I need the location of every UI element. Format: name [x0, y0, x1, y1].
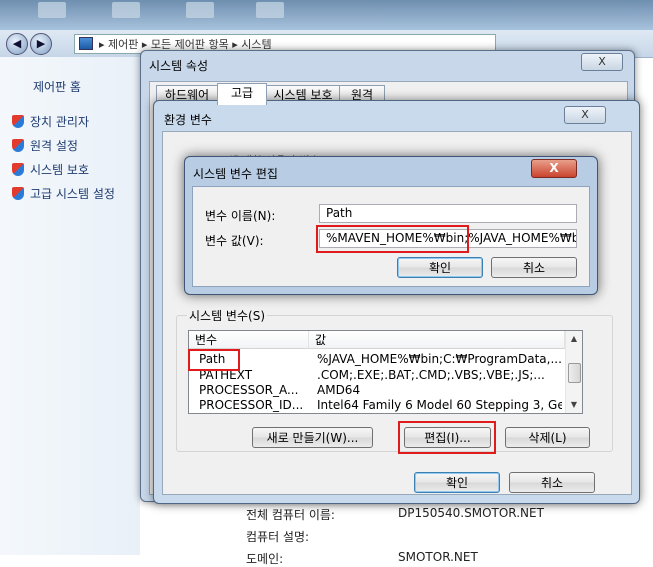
sidebar: 제어판 홈 장치 관리자 원격 설정 시스템 보호 고급 시스템 설정 — [0, 57, 140, 555]
sidebar-home-link[interactable]: 제어판 홈 — [33, 78, 81, 95]
desktop-icon — [256, 2, 284, 18]
column-header[interactable]: 변수 — [189, 331, 309, 349]
cancel-button[interactable]: 취소 — [509, 472, 595, 493]
shield-icon — [12, 139, 24, 152]
sidebar-item-system-protection[interactable]: 시스템 보호 — [12, 161, 89, 178]
info-label: 전체 컴퓨터 이름: — [246, 508, 335, 522]
tab-advanced[interactable]: 고급 — [217, 83, 267, 105]
desktop-icon — [38, 2, 66, 18]
var-value: Intel64 Family 6 Model 60 Stepping 3, Ge — [317, 398, 562, 412]
scroll-thumb[interactable] — [568, 363, 581, 383]
edit-system-variable-dialog: 시스템 변수 편집 X 변수 이름(N): Path 변수 값(V): %MAV… — [184, 156, 598, 295]
breadcrumb-item[interactable]: 제어판 — [108, 38, 138, 51]
vertical-scrollbar[interactable]: ▲ ▼ — [565, 331, 582, 413]
variable-value-label: 변수 값(V): — [205, 234, 264, 248]
sidebar-item-advanced-settings[interactable]: 고급 시스템 설정 — [12, 185, 115, 202]
sidebar-item-device-manager[interactable]: 장치 관리자 — [12, 113, 89, 130]
new-variable-button[interactable]: 새로 만들기(W)... — [252, 427, 373, 448]
scroll-up-icon[interactable]: ▲ — [566, 331, 582, 347]
desktop-icon — [112, 2, 140, 18]
sidebar-item-remote[interactable]: 원격 설정 — [12, 137, 78, 154]
window-title: 시스템 속성 — [149, 59, 209, 73]
value-highlight-box — [316, 225, 469, 253]
table-row[interactable]: Path %JAVA_HOME%₩bin;C:₩ProgramData,... — [189, 352, 565, 367]
cancel-button[interactable]: 취소 — [491, 257, 577, 278]
info-value: DP150540.SMOTOR.NET — [398, 506, 544, 520]
table-row[interactable]: PATHEXT .COM;.EXE;.BAT;.CMD;.VBS;.VBE;.J… — [189, 368, 565, 383]
ok-button[interactable]: 확인 — [397, 257, 483, 278]
variable-name-label: 변수 이름(N): — [205, 209, 276, 223]
var-value: AMD64 — [317, 383, 361, 397]
var-name: PROCESSOR_ID... — [199, 398, 304, 412]
column-header[interactable]: 값 — [309, 331, 565, 349]
shield-icon — [12, 115, 24, 128]
table-row[interactable]: PROCESSOR_ID... Intel64 Family 6 Model 6… — [189, 398, 565, 413]
shield-icon — [12, 187, 24, 200]
system-variables-label: 시스템 변수(S) — [187, 307, 267, 324]
var-value: %JAVA_HOME%₩bin;C:₩ProgramData,... — [317, 352, 562, 366]
desktop-strip — [0, 0, 653, 30]
delete-variable-button[interactable]: 삭제(L) — [505, 427, 590, 448]
dialog-title: 환경 변수 — [164, 113, 212, 127]
info-label: 도메인: — [246, 552, 284, 566]
scroll-down-icon[interactable]: ▼ — [566, 397, 582, 413]
var-name: PROCESSOR_A... — [199, 383, 299, 397]
ok-button[interactable]: 확인 — [414, 472, 500, 493]
info-label: 컴퓨터 설명: — [246, 530, 310, 544]
dialog-title: 시스템 변수 편집 — [193, 167, 278, 181]
info-value: SMOTOR.NET — [398, 550, 478, 564]
var-value: .COM;.EXE;.BAT;.CMD;.VBS;.VBE;.JS;... — [317, 368, 545, 382]
table-row[interactable]: PROCESSOR_A... AMD64 — [189, 383, 565, 398]
path-highlight-box — [188, 349, 240, 371]
back-button[interactable]: ◀ — [6, 33, 28, 55]
close-button[interactable]: X — [564, 106, 606, 124]
control-panel-icon — [79, 37, 93, 50]
close-button[interactable]: X — [531, 159, 577, 178]
forward-button[interactable]: ▶ — [30, 33, 52, 55]
close-button[interactable]: X — [581, 53, 623, 71]
shield-icon — [12, 163, 24, 176]
desktop-icon — [186, 2, 214, 18]
system-variables-list[interactable]: 변수 값 Path %JAVA_HOME%₩bin;C:₩ProgramData… — [188, 330, 583, 414]
edit-highlight-box — [398, 421, 496, 454]
variable-name-field[interactable]: Path — [319, 204, 577, 223]
